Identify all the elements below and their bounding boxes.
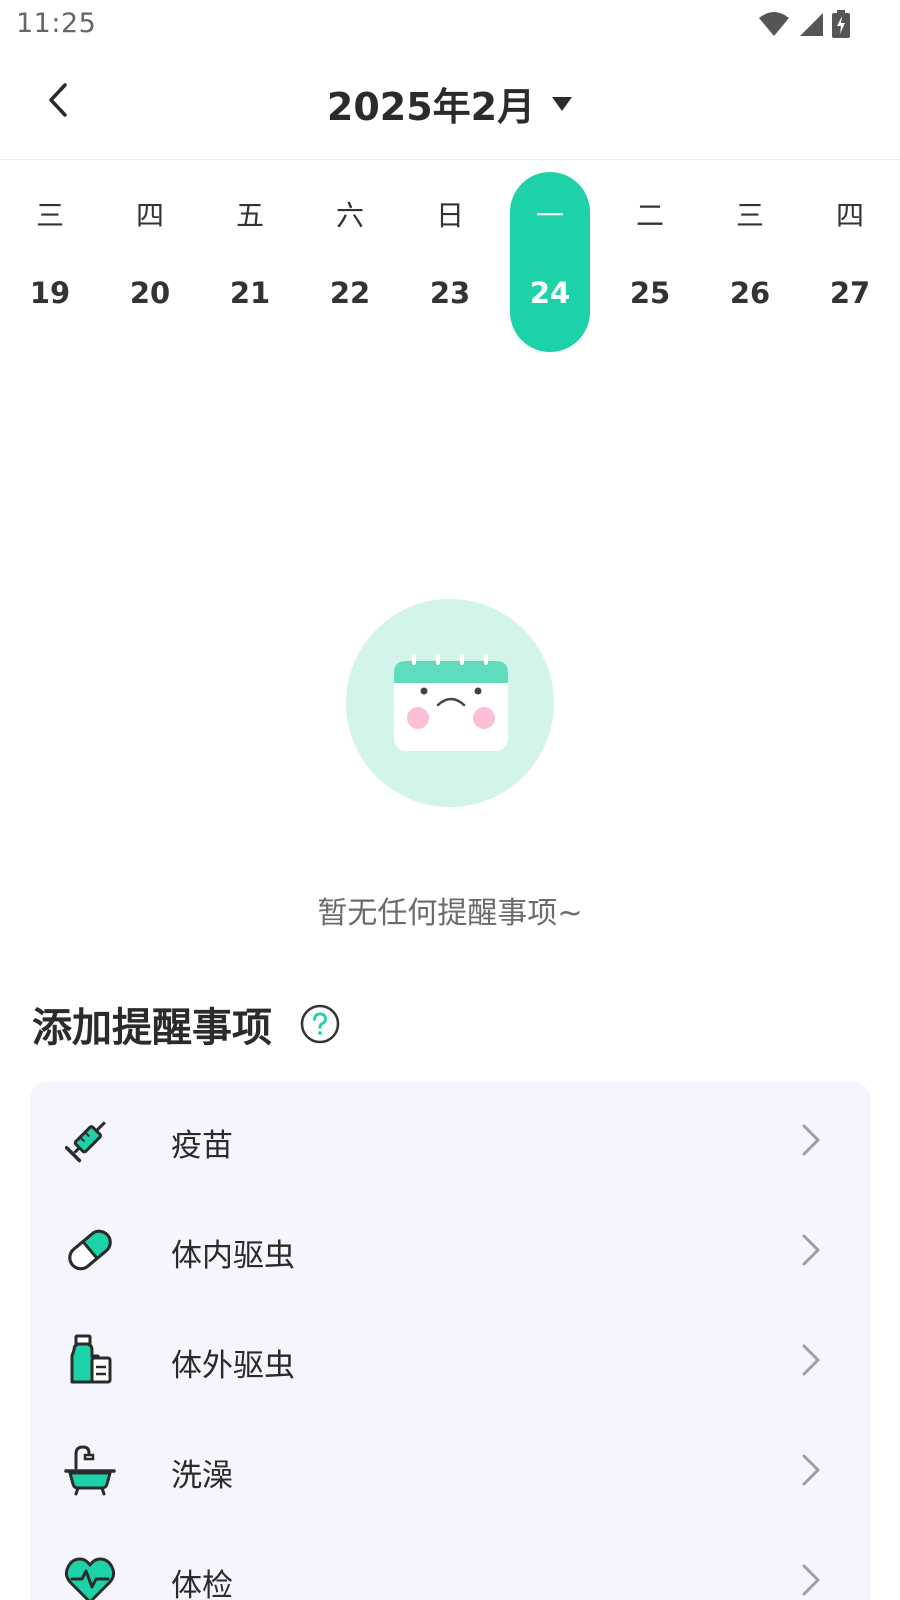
section-title: 添加提醒事项	[32, 1005, 272, 1051]
day-number: 24	[529, 276, 571, 310]
day-weekday: 二	[635, 199, 664, 232]
day-weekday: 三	[35, 199, 64, 232]
caret-down-icon	[551, 96, 573, 112]
spray-bottle-icon	[70, 1334, 112, 1384]
reminder-item-bath[interactable]: 洗澡	[30, 1414, 870, 1524]
day-item[interactable]: 二 25	[610, 172, 690, 352]
day-item[interactable]: 五 21	[210, 172, 290, 352]
question-circle-icon[interactable]	[300, 1004, 340, 1044]
day-weekday: 五	[235, 199, 264, 232]
chevron-right-icon	[802, 1124, 820, 1156]
month-title: 2025年2月	[326, 85, 536, 129]
day-weekday: 三	[735, 199, 764, 232]
day-item[interactable]: 六 22	[310, 172, 390, 352]
bathtub-icon	[64, 1445, 116, 1496]
day-number: 21	[229, 276, 271, 310]
sad-calendar-icon	[346, 599, 554, 807]
battery-charging-icon	[832, 10, 850, 38]
syringe-icon	[64, 1121, 106, 1163]
month-selector[interactable]: 2025年2月	[0, 76, 900, 131]
reminder-item-external-deworming[interactable]: 体外驱虫	[30, 1304, 870, 1414]
day-weekday: 日	[435, 199, 464, 232]
day-number: 26	[729, 276, 771, 310]
empty-message: 暂无任何提醒事项~	[317, 896, 583, 931]
reminder-item-checkup[interactable]: 体检	[30, 1524, 870, 1600]
header: 2025年2月	[0, 60, 900, 160]
signal-icon	[800, 13, 823, 36]
chevron-right-icon	[802, 1454, 820, 1486]
chevron-right-icon	[802, 1564, 820, 1596]
day-number: 23	[429, 276, 471, 310]
add-reminder-header: 添加提醒事项	[32, 995, 340, 1053]
day-weekday: 四	[135, 199, 164, 232]
reminder-item-label: 洗澡	[171, 1458, 233, 1494]
reminder-item-label: 疫苗	[171, 1128, 233, 1164]
reminder-item-internal-deworming[interactable]: 体内驱虫	[30, 1194, 870, 1304]
day-number: 25	[629, 276, 671, 310]
day-item[interactable]: 三 26	[710, 172, 790, 352]
status-time: 11:25	[16, 8, 97, 39]
day-weekday: 一	[535, 199, 564, 232]
status-bar: 11:25	[0, 0, 900, 50]
day-item[interactable]: 三 19	[10, 172, 90, 352]
chevron-right-icon	[802, 1344, 820, 1376]
reminder-item-label: 体检	[171, 1568, 233, 1600]
heart-pulse-icon	[64, 1557, 116, 1600]
day-number: 19	[29, 276, 71, 310]
status-icons	[758, 10, 850, 38]
day-number: 20	[129, 276, 171, 310]
day-weekday: 四	[835, 199, 864, 232]
reminder-item-vaccine[interactable]: 疫苗	[30, 1084, 870, 1194]
reminder-item-label: 体外驱虫	[171, 1348, 295, 1384]
day-item-selected[interactable]: 一 24	[510, 172, 590, 352]
date-strip: 三 19 四 20 五 21 六 22 日 23 一 24 二 25 三 26 …	[0, 172, 900, 352]
day-number: 22	[329, 276, 371, 310]
wifi-icon	[759, 12, 789, 36]
chevron-right-icon	[802, 1234, 820, 1266]
day-item[interactable]: 四 27	[810, 172, 890, 352]
reminder-type-list: 疫苗 体内驱虫 体外驱虫 洗澡 体检	[30, 1082, 870, 1600]
day-item[interactable]: 日 23	[410, 172, 490, 352]
reminder-item-label: 体内驱虫	[171, 1238, 295, 1274]
day-number: 27	[829, 276, 871, 310]
day-weekday: 六	[335, 199, 364, 232]
pill-capsule-icon	[68, 1229, 112, 1271]
day-item[interactable]: 四 20	[110, 172, 190, 352]
